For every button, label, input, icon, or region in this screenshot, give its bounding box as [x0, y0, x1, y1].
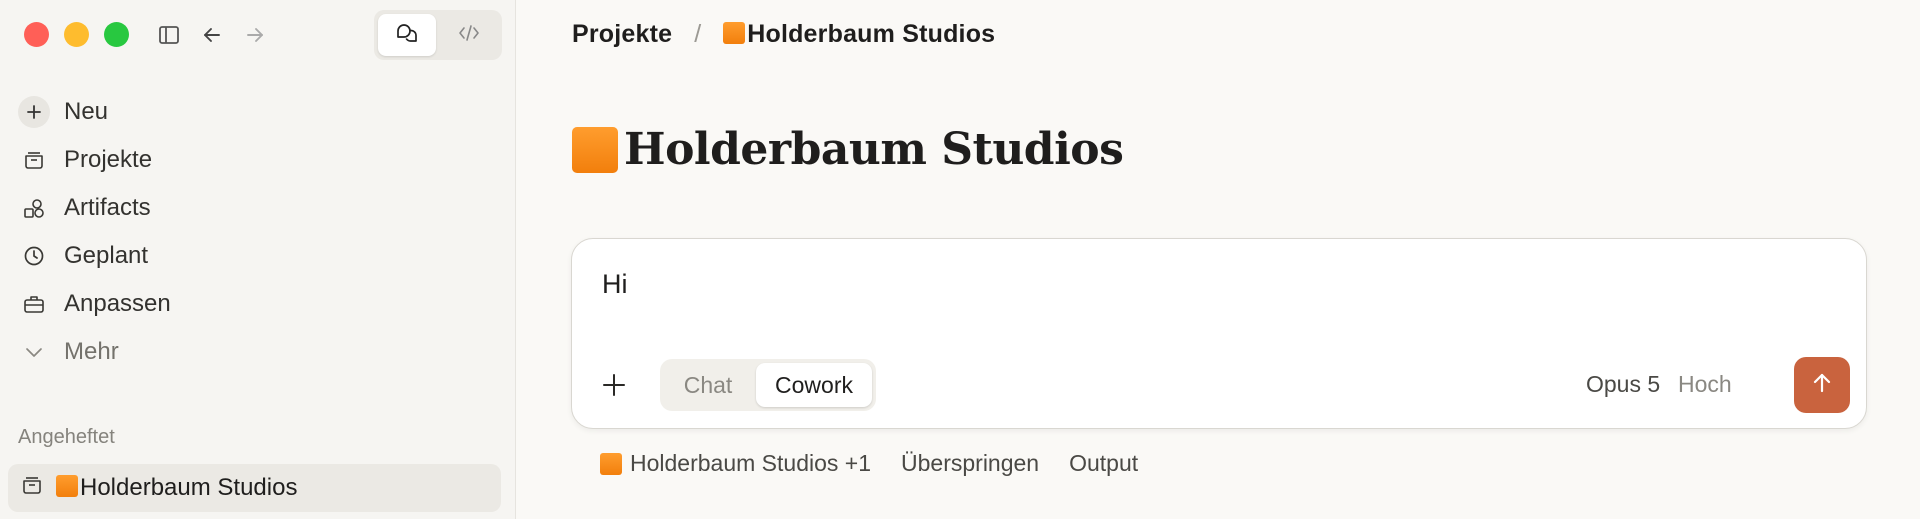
chevron-down-icon	[18, 336, 50, 368]
output-chip[interactable]: Output	[1069, 450, 1138, 477]
close-window-button[interactable]	[24, 22, 49, 47]
main-content: Projekte / Holderbaum Studios Holderbaum…	[516, 0, 1920, 519]
sidebar-item-more[interactable]: Mehr	[16, 328, 499, 376]
mode-toggle	[374, 10, 502, 60]
sidebar-item-label: Projekte	[64, 146, 153, 173]
composer-chips: Holderbaum Studios +1 Überspringen Outpu…	[600, 450, 1138, 477]
chat-mode-button[interactable]	[378, 14, 436, 56]
sidebar-item-label: Geplant	[64, 242, 149, 269]
breadcrumb-separator: /	[694, 19, 702, 48]
model-selector[interactable]: Opus 5	[1586, 371, 1660, 398]
arrow-up-icon	[1809, 370, 1835, 401]
sidebar-item-label: Anpassen	[64, 290, 171, 317]
folder-icon	[20, 473, 44, 504]
add-attachment-button[interactable]	[596, 369, 632, 405]
sidebar-item-label: Artifacts	[64, 194, 151, 221]
window-controls	[24, 22, 129, 47]
breadcrumb-projects-link[interactable]: Projekte	[572, 20, 672, 49]
cowork-mode-option[interactable]: Cowork	[756, 363, 872, 407]
shapes-icon	[18, 192, 50, 224]
chat-bubbles-icon	[395, 21, 419, 50]
orange-square-icon	[600, 452, 622, 475]
breadcrumb: Projekte / Holderbaum Studios	[572, 18, 995, 50]
message-composer: Hi Chat Cowork Opus 5 Hoch	[571, 238, 1867, 429]
breadcrumb-current-label: Holderbaum Studios	[747, 19, 996, 48]
pinned-section-label: Angeheftet	[18, 426, 115, 448]
sidebar-toggle-icon[interactable]	[156, 22, 182, 48]
sidebar: Neu Projekte Artifacts Geplant Anpassen …	[0, 0, 516, 519]
pinned-item-label: Holderbaum Studios	[80, 474, 298, 501]
orange-square-icon	[56, 475, 78, 497]
breadcrumb-current: Holderbaum Studios	[723, 20, 995, 49]
chat-mode-option[interactable]: Chat	[664, 363, 752, 407]
page-title: Holderbaum Studios	[572, 124, 1124, 175]
message-input[interactable]: Hi	[602, 269, 628, 300]
plus-icon	[600, 371, 628, 404]
project-context-label: Holderbaum Studios +1	[630, 450, 872, 476]
page-title-text: Holderbaum Studios	[624, 124, 1124, 175]
app-window: Neu Projekte Artifacts Geplant Anpassen …	[0, 0, 1920, 519]
sidebar-item-label: Neu	[64, 98, 109, 125]
minimize-window-button[interactable]	[64, 22, 89, 47]
arrow-right-icon[interactable]	[242, 22, 268, 48]
code-mode-button[interactable]	[440, 14, 498, 56]
folder-icon	[18, 144, 50, 176]
effort-selector[interactable]: Hoch	[1678, 371, 1732, 398]
sidebar-item-label: Mehr	[64, 338, 119, 365]
project-context-chip[interactable]: Holderbaum Studios +1	[600, 450, 871, 477]
plus-icon	[18, 96, 50, 128]
skip-chip[interactable]: Überspringen	[901, 450, 1039, 477]
mode-segmented-control: Chat Cowork	[660, 359, 876, 411]
sidebar-nav: Neu Projekte Artifacts Geplant Anpassen …	[16, 88, 499, 376]
sidebar-item-new[interactable]: Neu	[16, 88, 499, 136]
sidebar-item-scheduled[interactable]: Geplant	[16, 232, 499, 280]
sidebar-item-projects[interactable]: Projekte	[16, 136, 499, 184]
send-button[interactable]	[1794, 357, 1850, 413]
sidebar-item-artifacts[interactable]: Artifacts	[16, 184, 499, 232]
orange-square-icon	[572, 126, 618, 173]
arrow-left-icon[interactable]	[199, 22, 225, 48]
orange-square-icon	[723, 21, 746, 44]
code-icon	[457, 21, 481, 50]
pinned-item-project[interactable]: Holderbaum Studios	[8, 464, 501, 512]
briefcase-icon	[18, 288, 50, 320]
clock-icon	[18, 240, 50, 272]
sidebar-item-customize[interactable]: Anpassen	[16, 280, 499, 328]
zoom-window-button[interactable]	[104, 22, 129, 47]
